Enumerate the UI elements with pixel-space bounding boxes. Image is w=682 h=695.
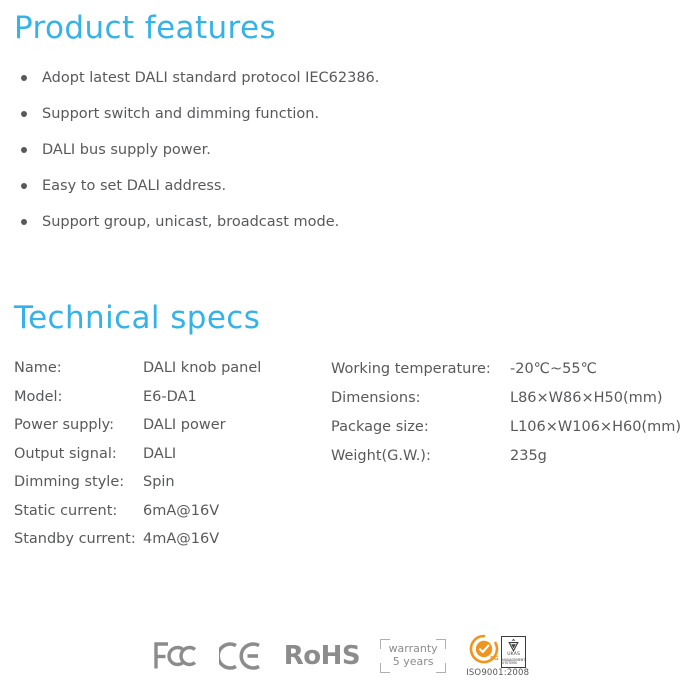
spec-value: DALI: [143, 445, 177, 462]
corner-bracket-icon: [436, 638, 447, 649]
spec-value: Spin: [143, 474, 175, 490]
spec-label: Model:: [14, 388, 63, 405]
certification-logo-strip: RoHS warranty 5 years SGS: [0, 628, 682, 683]
spec-value: L106×W106×H60(mm): [510, 419, 681, 435]
corner-bracket-icon: [380, 638, 391, 649]
spec-value: -20℃~55℃: [510, 361, 597, 377]
iso-certification-block: SGS UKAS MANAGEMENT SYSTEMS ISO9001:2008: [466, 634, 529, 678]
spec-label: Power supply:: [14, 417, 115, 433]
list-item: Support group, unicast, broadcast mode.: [14, 212, 614, 248]
feature-text: Easy to set DALI address.: [42, 178, 227, 194]
spec-row: Power supply: DALI power: [14, 417, 324, 446]
spec-row: Package size: L106×W106×H60(mm): [331, 419, 681, 448]
ukas-subtext-label: MANAGEMENT SYSTEMS: [502, 657, 526, 665]
sgs-seal-icon: SGS: [469, 634, 503, 668]
iso-marks-row: SGS UKAS MANAGEMENT SYSTEMS: [469, 634, 527, 668]
spec-value: 6mA@16V: [143, 502, 220, 519]
spec-value: DALI power: [143, 417, 226, 433]
spec-label: Name:: [14, 360, 62, 376]
spec-row: Dimming style: Spin: [14, 474, 324, 503]
specs-left-column: Name: DALI knob panel Model: E6-DA1 Powe…: [14, 360, 324, 560]
warranty-badge: warranty 5 years: [380, 638, 447, 673]
feature-text: Support group, unicast, broadcast mode.: [42, 214, 340, 230]
spec-row: Working temperature: -20℃~55℃: [331, 361, 676, 390]
list-item: DALI bus supply power.: [14, 140, 614, 176]
spec-label: Dimming style:: [14, 474, 125, 490]
spec-row: Name: DALI knob panel: [14, 360, 324, 389]
spec-row: Model: E6-DA1: [14, 389, 324, 418]
spec-value: DALI knob panel: [143, 360, 262, 376]
product-datasheet-page: Product features Adopt latest DALI stand…: [0, 0, 682, 695]
iso-standard-label: ISO9001:2008: [466, 667, 530, 678]
spec-row: Output signal: DALI: [14, 446, 324, 475]
bullet-icon: [21, 219, 27, 225]
specs-right-column: Working temperature: -20℃~55℃ Dimensions…: [331, 361, 681, 477]
feature-text: DALI bus supply power.: [42, 142, 211, 158]
spec-label: Package size:: [331, 419, 429, 435]
spec-row: Dimensions: L86×W86×H50(mm): [331, 390, 676, 419]
rohs-logo-label: RoHS: [283, 640, 361, 671]
spec-label: Static current:: [14, 502, 118, 519]
spec-value: L86×W86×H50(mm): [510, 390, 663, 406]
spec-value: 235g: [510, 448, 547, 464]
spec-label: Dimensions:: [331, 390, 421, 406]
spec-row: Static current: 6mA@16V: [14, 503, 324, 532]
product-features-heading: Product features: [14, 10, 277, 46]
bullet-icon: [21, 147, 27, 153]
spec-label: Working temperature:: [331, 361, 491, 377]
product-features-list: Adopt latest DALI standard protocol IEC6…: [14, 68, 614, 248]
feature-text: Adopt latest DALI standard protocol IEC6…: [42, 70, 380, 86]
warranty-label-line1: warranty: [388, 642, 438, 655]
list-item: Easy to set DALI address.: [14, 176, 614, 212]
list-item: Support switch and dimming function.: [14, 104, 614, 140]
bullet-icon: [21, 75, 27, 81]
spec-row: Weight(G.W.): 235g: [331, 448, 676, 477]
spec-label: Standby current:: [14, 531, 136, 547]
ce-logo-icon: [218, 641, 264, 671]
spec-row: Standby current: 4mA@16V: [14, 531, 324, 560]
spec-label: Output signal:: [14, 445, 117, 462]
warranty-label-line2: 5 years: [392, 654, 434, 668]
spec-value: E6-DA1: [143, 388, 197, 405]
spec-value: 4mA@16V: [143, 531, 220, 547]
spec-label: Weight(G.W.):: [331, 448, 431, 464]
bullet-icon: [21, 111, 27, 117]
ukas-logo-icon: UKAS MANAGEMENT SYSTEMS: [501, 635, 527, 668]
technical-specs-heading: Technical specs: [14, 300, 261, 336]
feature-text: Support switch and dimming function.: [42, 106, 320, 122]
bullet-icon: [21, 183, 27, 189]
list-item: Adopt latest DALI standard protocol IEC6…: [14, 68, 614, 104]
corner-bracket-icon: [436, 662, 447, 673]
fcc-logo-icon: [153, 641, 199, 671]
svg-text:SGS: SGS: [490, 656, 499, 662]
corner-bracket-icon: [380, 662, 391, 673]
